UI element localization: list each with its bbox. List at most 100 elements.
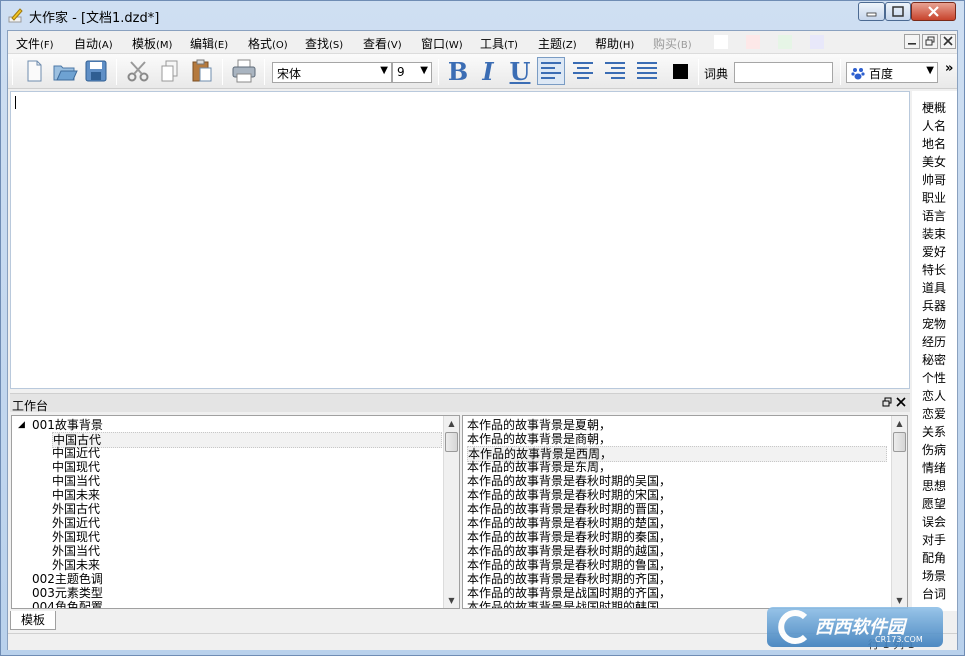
tag-item[interactable]: 道具: [922, 279, 946, 296]
tag-item[interactable]: 美女: [922, 153, 946, 170]
underline-button[interactable]: U: [506, 58, 534, 86]
tag-item[interactable]: 地名: [922, 135, 946, 152]
tag-item[interactable]: 对手: [922, 531, 946, 548]
tree-node[interactable]: 外国当代: [52, 544, 100, 558]
menu-help[interactable]: 帮助(H): [595, 35, 634, 52]
scroll-down-arrow-icon[interactable]: ▼: [444, 593, 459, 608]
tree-node-selected[interactable]: 中国古代: [52, 432, 442, 448]
tree-node[interactable]: 中国现代: [52, 460, 100, 474]
tag-item[interactable]: 恋人: [922, 387, 946, 404]
tag-item[interactable]: 个性: [922, 369, 946, 386]
tree-node[interactable]: 外国现代: [52, 530, 100, 544]
tag-item[interactable]: 宠物: [922, 315, 946, 332]
align-center-button[interactable]: [569, 57, 597, 85]
menu-edit[interactable]: 编辑(E): [190, 35, 228, 52]
tree-node[interactable]: 002主题色调: [32, 572, 103, 586]
tag-item[interactable]: 兵器: [922, 297, 946, 314]
list-item[interactable]: 本作品的故事背景是春秋时期的越国，: [467, 544, 671, 558]
theme-swatch-green[interactable]: [778, 35, 792, 49]
list-item[interactable]: 本作品的故事背景是春秋时期的鲁国，: [467, 558, 671, 572]
tag-item[interactable]: 关系: [922, 423, 946, 440]
menu-view[interactable]: 查看(V): [363, 35, 402, 52]
cut-button[interactable]: [124, 57, 152, 85]
scroll-up-arrow-icon[interactable]: ▲: [892, 416, 907, 431]
font-name-select[interactable]: 宋体 ▼: [272, 62, 392, 83]
workbench-close-button[interactable]: [896, 395, 906, 410]
list-item[interactable]: 本作品的故事背景是战国时期的韩国，: [467, 600, 671, 608]
tag-item[interactable]: 恋爱: [922, 405, 946, 422]
document-editor[interactable]: [10, 91, 910, 389]
menu-file[interactable]: 文件(F): [16, 35, 54, 52]
tree-node[interactable]: 004角色配置: [32, 600, 103, 608]
tree-node[interactable]: 中国近代: [52, 446, 100, 460]
menu-theme[interactable]: 主题(Z): [538, 35, 577, 52]
list-scrollbar[interactable]: ▲ ▼: [891, 416, 907, 608]
menu-auto[interactable]: 自动(A): [74, 35, 113, 52]
tag-item[interactable]: 特长: [922, 261, 946, 278]
tag-item[interactable]: 人名: [922, 117, 946, 134]
list-item[interactable]: 本作品的故事背景是春秋时期的齐国，: [467, 572, 671, 586]
tag-item[interactable]: 爱好: [922, 243, 946, 260]
bold-button[interactable]: B: [444, 58, 472, 86]
tag-item[interactable]: 经历: [922, 333, 946, 350]
list-item[interactable]: 本作品的故事背景是春秋时期的秦国，: [467, 530, 671, 544]
list-item[interactable]: 本作品的故事背景是春秋时期的晋国，: [467, 502, 671, 516]
dictionary-input[interactable]: [734, 62, 833, 83]
close-button[interactable]: [911, 2, 956, 21]
tag-item[interactable]: 梗概: [922, 99, 946, 116]
list-item[interactable]: 本作品的故事背景是东周，: [467, 460, 611, 474]
tag-item[interactable]: 装束: [922, 225, 946, 242]
tree-node[interactable]: 外国古代: [52, 502, 100, 516]
new-document-button[interactable]: [20, 57, 48, 85]
tag-item[interactable]: 语言: [922, 207, 946, 224]
search-engine-select[interactable]: 百度 ▼: [846, 62, 938, 83]
tag-item[interactable]: 台词: [922, 585, 946, 602]
tag-item[interactable]: 帅哥: [922, 171, 946, 188]
tree-node[interactable]: 中国未来: [52, 488, 100, 502]
maximize-button[interactable]: [885, 2, 911, 21]
italic-button[interactable]: I: [474, 58, 502, 86]
scroll-up-arrow-icon[interactable]: ▲: [444, 416, 459, 431]
list-item[interactable]: 本作品的故事背景是商朝，: [467, 432, 611, 446]
tag-item[interactable]: 思想: [922, 477, 946, 494]
tree-scrollbar[interactable]: ▲ ▼: [443, 416, 459, 608]
mdi-restore-button[interactable]: [922, 34, 938, 49]
tree-node[interactable]: 中国当代: [52, 474, 100, 488]
tag-item[interactable]: 职业: [922, 189, 946, 206]
list-item[interactable]: 本作品的故事背景是春秋时期的楚国，: [467, 516, 671, 530]
list-item[interactable]: 本作品的故事背景是春秋时期的宋国，: [467, 488, 671, 502]
scroll-down-arrow-icon[interactable]: ▼: [892, 593, 907, 608]
tag-item[interactable]: 秘密: [922, 351, 946, 368]
minimize-button[interactable]: [858, 2, 885, 21]
theme-swatch-white[interactable]: [714, 35, 728, 49]
theme-swatch-pink[interactable]: [746, 35, 760, 49]
expand-triangle-icon[interactable]: ◢: [18, 418, 25, 432]
print-button[interactable]: [230, 57, 258, 85]
list-item[interactable]: 本作品的故事背景是春秋时期的吴国，: [467, 474, 671, 488]
menu-buy[interactable]: 购买(B): [653, 35, 692, 52]
toolbar-overflow-button[interactable]: »: [945, 61, 953, 76]
copy-button[interactable]: [156, 57, 184, 85]
tree-node[interactable]: 外国近代: [52, 516, 100, 530]
tab-template[interactable]: 模板: [10, 611, 56, 630]
align-left-button[interactable]: [537, 57, 565, 85]
mdi-close-button[interactable]: [940, 34, 956, 49]
open-button[interactable]: [51, 57, 79, 85]
menu-template[interactable]: 模板(M): [132, 35, 172, 52]
align-right-button[interactable]: [601, 57, 629, 85]
text-color-button[interactable]: [667, 57, 695, 85]
tag-item[interactable]: 情绪: [922, 459, 946, 476]
workbench-float-button[interactable]: [882, 397, 892, 410]
list-item[interactable]: 本作品的故事背景是战国时期的齐国，: [467, 586, 671, 600]
tag-item[interactable]: 伤病: [922, 441, 946, 458]
save-button[interactable]: [82, 57, 110, 85]
font-size-select[interactable]: 9 ▼: [392, 62, 432, 83]
tag-item[interactable]: 误会: [922, 513, 946, 530]
menu-window[interactable]: 窗口(W): [421, 35, 463, 52]
tag-item[interactable]: 愿望: [922, 495, 946, 512]
tree-node[interactable]: 001故事背景: [32, 418, 103, 432]
tree-node[interactable]: 外国未来: [52, 558, 100, 572]
menu-format[interactable]: 格式(O): [248, 35, 288, 52]
theme-swatch-lavender[interactable]: [810, 35, 824, 49]
scroll-thumb[interactable]: [893, 432, 906, 452]
